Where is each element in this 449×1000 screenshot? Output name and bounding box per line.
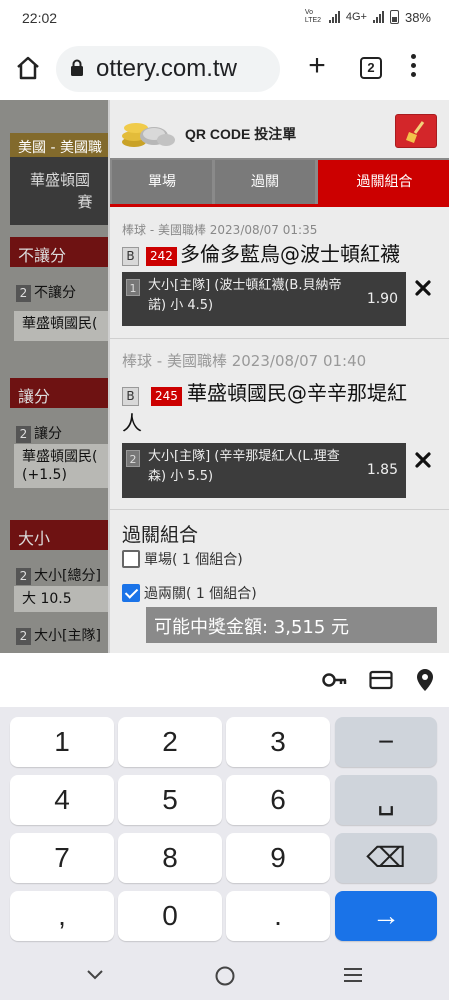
selection-line1: 大小[主隊] (波士頓紅襪(B.貝納帝 [148,278,342,293]
option-label: 單場( 1 個組合) [144,552,243,568]
key-8[interactable]: 8 [118,833,222,883]
bg-match-line2: 賽 [77,193,93,211]
bet-type-tabs: 單場 過關 過關組合 [110,158,449,204]
browser-toolbar: ottery.com.tw + 2 [0,38,449,100]
bg-match-box: 華盛頓國 賽 [10,157,110,225]
key-9[interactable]: 9 [226,833,330,883]
checkbox[interactable] [122,550,140,568]
net-type-label: 4G+ [345,11,367,23]
numeric-keyboard: 1 2 3 − 4 5 6 ␣ 7 8 9 ⌫ , 0 . → [0,707,449,957]
back-chevron-icon[interactable] [86,969,104,981]
bet-matchup: 多倫多藍鳥@波士頓紅襪 [180,242,400,266]
selection-line2: 森) 小 5.5) [148,469,214,484]
bg-section-title: 大小 [10,520,110,550]
bg-odds-cell: 華盛頓國民( (+1.5) [14,444,110,488]
divider [110,338,449,339]
tabs-underline [110,204,449,207]
key-5[interactable]: 5 [118,775,222,825]
key-comma[interactable]: , [10,891,114,941]
address-bar[interactable]: ottery.com.tw [56,46,280,92]
home-circle-icon[interactable] [214,965,236,987]
sport-type-badge: B [122,387,139,406]
bg-odds-cell: 華盛頓國民( [14,311,110,341]
key-6[interactable]: 6 [226,775,330,825]
volte-label: Vo LTE2 [304,9,322,24]
tab-single[interactable]: 單場 [112,160,212,204]
game-number-badge: 242 [146,247,177,266]
credit-card-icon[interactable] [369,670,393,690]
combo-option-two-leg[interactable]: 過兩關( 1 個組合) [122,583,257,603]
broom-icon [406,121,425,143]
location-pin-icon[interactable] [416,668,434,692]
key-3[interactable]: 3 [226,717,330,767]
remove-bet-icon[interactable] [415,452,431,468]
bet-slip-panel: QR CODE 投注單 單場 過關 過關組合 棒球 - 美國職棒 2023/08… [108,100,449,653]
sport-type-badge: B [122,247,139,266]
key-period[interactable]: . [226,891,330,941]
selection-number: 1 [126,279,140,296]
url-text[interactable]: ottery.com.tw [96,55,276,83]
overflow-menu-icon[interactable] [408,54,418,82]
bg-odds-cell: 大 10.5 [14,586,110,612]
key-4[interactable]: 4 [10,775,114,825]
selection-number: 2 [126,450,140,467]
bg-section-title: 讓分 [10,378,110,408]
key-7[interactable]: 7 [10,833,114,883]
bet-selection[interactable]: 1 大小[主隊] (波士頓紅襪(B.貝納帝 諾) 小 4.5) 1.90 [122,272,406,326]
bg-section-title: 不讓分 [10,237,110,267]
home-icon[interactable] [14,54,42,82]
bet-slip-header: QR CODE 投注單 [110,100,449,158]
key-go[interactable]: → [335,891,437,941]
bet-header: 棒球 - 美國職棒 2023/08/07 01:40 [122,352,367,370]
new-tab-icon[interactable]: + [302,51,332,82]
key-icon[interactable] [322,671,348,689]
selection-line1: 大小[主隊] (辛辛那堤紅人(L.理查 [148,449,340,464]
battery-icon [389,10,399,24]
selection-line2: 諾) 小 4.5) [148,298,214,313]
divider [110,509,449,510]
signal-icon [328,11,340,23]
game-number-badge: 245 [151,387,182,406]
bg-market-row: 2 讓分 [10,420,110,446]
bg-market-row: 2 大小[總分] [10,562,110,588]
recents-icon[interactable] [342,966,364,984]
status-icons: Vo LTE2 4G+ 38% [305,9,431,25]
bg-league-header: 美國 - 美國職 [10,133,110,157]
combo-option-single[interactable]: 單場( 1 個組合) [122,549,243,569]
key-0[interactable]: 0 [118,891,222,941]
signal-icon-2 [372,11,384,23]
potential-payout: 可能中獎金額: 3,515 元 [146,607,437,643]
system-nav-bar [0,957,449,1000]
tab-parlay-combo[interactable]: 過關組合 [318,160,449,204]
key-minus[interactable]: − [335,717,437,767]
bg-market-row: 2 不讓分 [10,279,110,305]
bet-odds: 1.90 [366,291,398,307]
combo-section-title: 過關組合 [122,524,199,546]
tab-parlay[interactable]: 過關 [215,160,315,204]
key-backspace[interactable]: ⌫ [335,833,437,883]
checkbox-checked[interactable] [122,584,140,602]
bet-selection[interactable]: 2 大小[主隊] (辛辛那堤紅人(L.理查 森) 小 5.5) 1.85 [122,443,406,498]
lock-icon [71,59,83,76]
key-space[interactable]: ␣ [335,775,437,825]
key-2[interactable]: 2 [118,717,222,767]
autofill-toolbar [0,653,449,707]
status-time: 22:02 [22,10,58,26]
bet-odds: 1.85 [366,462,398,478]
bet-matchup: 華盛頓國民@辛辛那堤紅 [187,381,407,405]
battery-level: 38% [404,9,431,25]
bg-market-row: 2 大小[主隊] [10,622,110,648]
bet-header: 棒球 - 美國職棒 2023/08/07 01:35 [122,223,318,237]
tab-switcher-button[interactable]: 2 [360,57,382,79]
bet-matchup-wrap: 人 [122,411,142,435]
status-bar: 22:02 Vo LTE2 4G+ 38% [0,0,449,38]
bg-match-line1: 華盛頓國 [29,171,90,189]
option-label: 過兩關( 1 個組合) [144,586,257,602]
coins-icon [122,123,175,147]
remove-bet-icon[interactable] [415,280,431,296]
key-1[interactable]: 1 [10,717,114,767]
clear-slip-button[interactable] [395,114,437,148]
bet-slip-title: QR CODE 投注單 [185,126,297,142]
